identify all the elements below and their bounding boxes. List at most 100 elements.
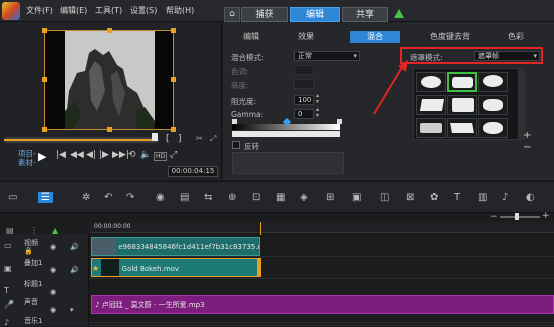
add-mask-button[interactable]: +: [523, 130, 531, 141]
zoom-slider[interactable]: [500, 216, 540, 218]
saturation-input[interactable]: [294, 79, 314, 89]
menu-settings[interactable]: 设置(S): [130, 5, 157, 16]
gamma-input[interactable]: 0: [294, 109, 314, 119]
tab-capture[interactable]: 捕获: [241, 7, 288, 22]
resize-handle[interactable]: [107, 28, 112, 33]
step-back-button[interactable]: ◀|: [86, 150, 96, 160]
track-mute-icon[interactable]: 🔊: [70, 266, 79, 274]
home-button[interactable]: |◀: [56, 150, 66, 160]
mask-shape-oval[interactable]: [416, 72, 446, 92]
redo-icon[interactable]: ↷: [126, 192, 134, 203]
zoom-slider-thumb[interactable]: [515, 213, 519, 220]
volume-icon[interactable]: 🔈: [140, 150, 151, 160]
transition-icon[interactable]: ✿: [430, 192, 438, 203]
resize-handle[interactable]: [171, 77, 176, 82]
tab-share[interactable]: 共享: [342, 7, 388, 22]
gamma-stepper[interactable]: ▴ ▾: [316, 107, 319, 119]
track-options-icon[interactable]: ⋮: [30, 226, 38, 235]
track-visibility-icon[interactable]: ◉: [50, 288, 56, 296]
track-lock-icon[interactable]: 🔒: [24, 247, 33, 255]
resize-handle[interactable]: [171, 127, 176, 132]
mask-shape-rough-oval[interactable]: [478, 95, 508, 115]
invert-checkbox[interactable]: [232, 141, 240, 149]
subtitle-icon[interactable]: ⊡: [252, 192, 260, 203]
track-mute-icon[interactable]: 🔊: [70, 243, 79, 251]
opacity-input[interactable]: 100: [294, 95, 314, 105]
resize-handle[interactable]: [107, 127, 112, 132]
music-clip[interactable]: ♪ 卢冠廷 _ 莫文蔚 - 一生所爱.mp3: [91, 295, 554, 314]
overlay-clip[interactable]: ★ Gold Bokeh.mov: [91, 258, 260, 277]
remove-mask-button[interactable]: −: [523, 142, 531, 153]
home-icon[interactable]: ⌂: [224, 7, 240, 22]
3d-title-icon[interactable]: ◈: [300, 192, 308, 203]
video-clip[interactable]: e968334845846fc1d411ef7b31c83735.mp4: [91, 237, 260, 256]
subtab-chroma-key[interactable]: 色度键去背: [420, 31, 480, 43]
menu-tools[interactable]: 工具(T): [95, 5, 122, 16]
mask-shape-cloud[interactable]: [478, 118, 508, 138]
clip-trim-handle[interactable]: [257, 258, 261, 277]
undo-icon[interactable]: ↶: [104, 192, 112, 203]
clip-mode-label[interactable]: 素材-: [18, 157, 36, 168]
mask-shape-rounded-rect[interactable]: [447, 72, 477, 92]
upgrade-arrow-icon[interactable]: [394, 9, 404, 18]
subtab-color[interactable]: 色彩: [494, 31, 538, 43]
subtab-effect[interactable]: 效果: [283, 31, 329, 43]
tools-icon[interactable]: ✲: [82, 192, 90, 203]
time-remap-icon[interactable]: ◫: [380, 192, 389, 203]
resize-handle[interactable]: [42, 28, 47, 33]
pan-zoom-icon[interactable]: ⊠: [406, 192, 414, 203]
previous-button[interactable]: ◀◀: [70, 150, 84, 160]
track-visibility-icon[interactable]: ◉: [50, 306, 56, 314]
graphics-icon[interactable]: ◐: [526, 192, 535, 203]
zoom-out-button[interactable]: −: [490, 212, 498, 222]
track-manager-icon[interactable]: ▤: [6, 226, 14, 235]
subtab-edit[interactable]: 编辑: [228, 31, 274, 43]
split-screen-icon[interactable]: ⊞: [326, 192, 334, 203]
next-button[interactable]: ▶▶|: [112, 150, 129, 160]
play-button[interactable]: ▶: [38, 150, 46, 163]
subtab-blend[interactable]: 混合: [350, 31, 400, 43]
mask-shape-scroll[interactable]: [416, 95, 446, 115]
slider-handle[interactable]: [337, 119, 342, 124]
mask-shape-film[interactable]: [447, 118, 477, 138]
fullscreen-icon[interactable]: ⤢: [170, 150, 177, 160]
menu-file[interactable]: 文件(F): [26, 5, 53, 16]
split-icon[interactable]: ✂: [196, 134, 203, 143]
mask-shape-speech-bubble[interactable]: [478, 72, 508, 92]
opacity-stepper[interactable]: ▴ ▾: [316, 93, 319, 105]
tab-edit[interactable]: 编辑: [290, 7, 340, 22]
mask-shape-frame[interactable]: [447, 95, 477, 115]
zoom-in-button[interactable]: +: [542, 211, 550, 221]
timeline-ruler[interactable]: [90, 222, 554, 233]
filter-icon[interactable]: ▥: [478, 192, 487, 203]
hue-input[interactable]: [294, 65, 314, 75]
step-forward-button[interactable]: |▶: [99, 150, 109, 160]
mask-creator-icon[interactable]: ▣: [352, 192, 361, 203]
mask-shape-brush[interactable]: [416, 118, 446, 138]
mixer-icon[interactable]: ▤: [180, 192, 189, 203]
resize-handle[interactable]: [42, 77, 47, 82]
ripple-icon[interactable]: ▲: [52, 226, 58, 235]
audio-icon[interactable]: ♪: [502, 192, 508, 203]
mark-out-button[interactable]: ]: [178, 134, 182, 144]
loop-icon[interactable]: ⟲: [128, 150, 136, 160]
title-icon[interactable]: T: [454, 192, 460, 203]
track-visibility-icon[interactable]: ◉: [50, 266, 56, 274]
timeline-view-icon[interactable]: ☰: [38, 192, 53, 203]
menu-help[interactable]: 帮助(H): [166, 5, 194, 16]
timecode-display[interactable]: 00:00:04:15: [168, 166, 218, 177]
auto-music-icon[interactable]: ⇆: [204, 192, 212, 203]
motion-tracking-icon[interactable]: ⊕: [228, 192, 236, 203]
slider-handle[interactable]: [232, 119, 237, 124]
resize-handle[interactable]: [171, 28, 176, 33]
track-collapse-icon[interactable]: ▾: [70, 306, 74, 314]
resize-handle[interactable]: [42, 127, 47, 132]
hd-toggle[interactable]: HD: [154, 152, 168, 161]
scrub-thumb[interactable]: [152, 133, 158, 141]
mark-in-button[interactable]: [: [166, 134, 170, 144]
storyboard-view-icon[interactable]: ▭: [8, 192, 17, 203]
menu-edit[interactable]: 编辑(E): [60, 5, 87, 16]
blend-mode-select[interactable]: 正常 ▾: [294, 51, 360, 61]
record-icon[interactable]: ◉: [156, 192, 165, 203]
multi-camera-icon[interactable]: ▦: [276, 192, 285, 203]
